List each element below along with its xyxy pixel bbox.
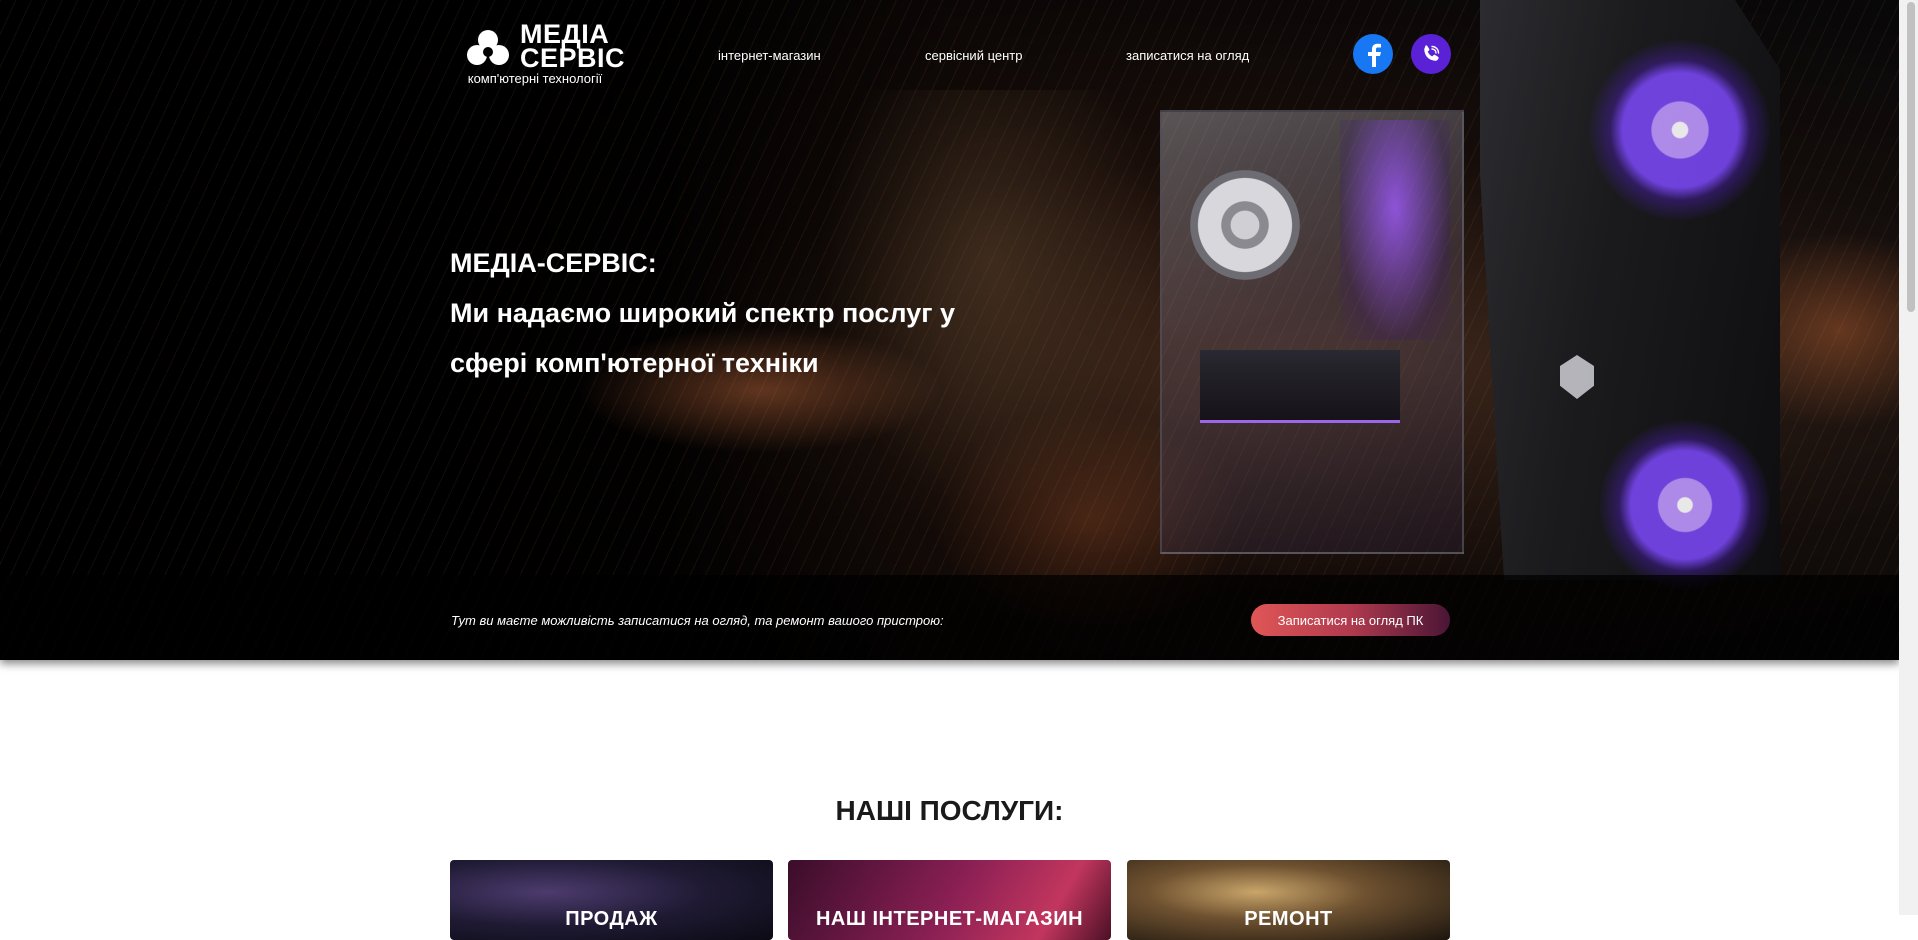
service-card-sales[interactable]: ПРОДАЖ xyxy=(450,860,773,940)
service-card-shop[interactable]: НАШ ІНТЕРНЕТ-МАГАЗИН xyxy=(788,860,1111,940)
hero-banner: МЕДІА СЕРВІС комп'ютерні технології інте… xyxy=(0,0,1899,660)
nav-service-center-link[interactable]: сервісний центр xyxy=(925,48,1022,63)
service-card-label: ПРОДАЖ xyxy=(565,908,658,930)
viber-phone-icon xyxy=(1424,45,1440,61)
nav-signup-link[interactable]: записатися на огляд xyxy=(1126,48,1249,63)
page-scrollbar[interactable] xyxy=(1899,0,1918,915)
logo[interactable]: МЕДІА СЕРВІС комп'ютерні технології xyxy=(455,20,625,90)
nav-shop-link[interactable]: інтернет-магазин xyxy=(718,48,821,63)
signup-strip xyxy=(0,575,1899,660)
header: МЕДІА СЕРВІС комп'ютерні технології інте… xyxy=(0,0,1899,110)
hero-title-line: Ми надаємо широкий спектр послуг у xyxy=(450,298,955,328)
facebook-icon xyxy=(1368,43,1381,67)
viber-button[interactable] xyxy=(1411,34,1451,74)
service-card-label: НАШ ІНТЕРНЕТ-МАГАЗИН xyxy=(815,908,1084,930)
brand-name: МЕДІА СЕРВІС xyxy=(520,19,626,73)
hero-title-line: МЕДІА-СЕРВІС: xyxy=(450,248,657,278)
hero-title-line: сфері комп'ютерної техніки xyxy=(450,348,819,378)
logo-icon xyxy=(467,30,509,65)
signup-strip-text: Тут ви маєте можливість записатися на ог… xyxy=(451,613,944,628)
signup-pc-review-button[interactable]: Записатися на огляд ПК xyxy=(1251,604,1450,636)
scrollbar-thumb[interactable] xyxy=(1907,2,1915,312)
facebook-button[interactable] xyxy=(1353,34,1393,74)
services-title: НАШІ ПОСЛУГИ: xyxy=(835,795,1064,826)
hero-headline: МЕДІА-СЕРВІС: Ми надаємо широкий спектр … xyxy=(450,238,1010,388)
service-card-label: РЕМОНТ xyxy=(1244,908,1333,930)
brand-tagline: комп'ютерні технології xyxy=(467,71,603,86)
service-card-repair[interactable]: РЕМОНТ xyxy=(1127,860,1450,940)
